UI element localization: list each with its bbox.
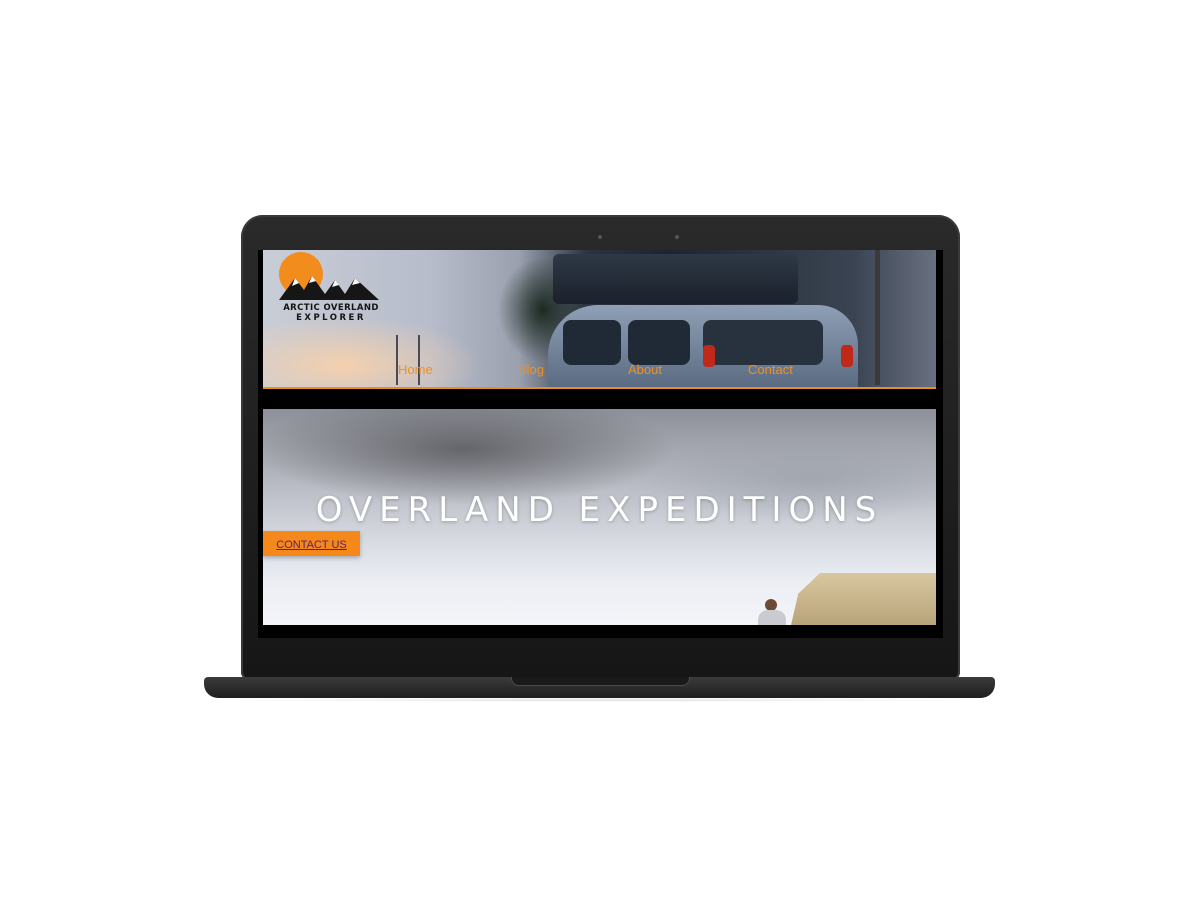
logo-line2: EXPLORER (296, 313, 366, 323)
nav-link-contact[interactable]: Contact (748, 362, 793, 377)
contact-us-button[interactable]: CONTACT US (263, 531, 360, 556)
nav-link-about[interactable]: About (628, 362, 662, 377)
contact-us-label: CONTACT US (276, 539, 347, 551)
laptop-opening-notch (511, 677, 690, 686)
site-header: ARCTIC OVERLAND EXPLORER Home Blog About… (263, 250, 936, 389)
laptop-base (204, 677, 995, 698)
laptop-lid: ARCTIC OVERLAND EXPLORER Home Blog About… (241, 215, 960, 680)
sensor-icon (675, 235, 679, 239)
logo-line1: ARCTIC OVERLAND (283, 303, 379, 313)
site-logo[interactable]: ARCTIC OVERLAND EXPLORER (279, 250, 383, 325)
main-nav: Home Blog About Contact (263, 362, 936, 380)
hero-title: OVERLAND EXPEDITIONS (315, 489, 884, 530)
hero-section: OVERLAND EXPEDITIONS CONTACT US (263, 409, 936, 625)
header-roof-tent-image (553, 254, 798, 304)
webcam-icon (598, 235, 602, 239)
logo-wordmark: ARCTIC OVERLAND EXPLORER (279, 303, 383, 323)
nav-link-home[interactable]: Home (398, 362, 433, 377)
hero-person-image (758, 599, 786, 625)
laptop-screen: ARCTIC OVERLAND EXPLORER Home Blog About… (258, 250, 943, 638)
logo-mountain-icon (279, 276, 379, 300)
hero-tent-image (791, 573, 936, 625)
nav-link-blog[interactable]: Blog (518, 362, 544, 377)
